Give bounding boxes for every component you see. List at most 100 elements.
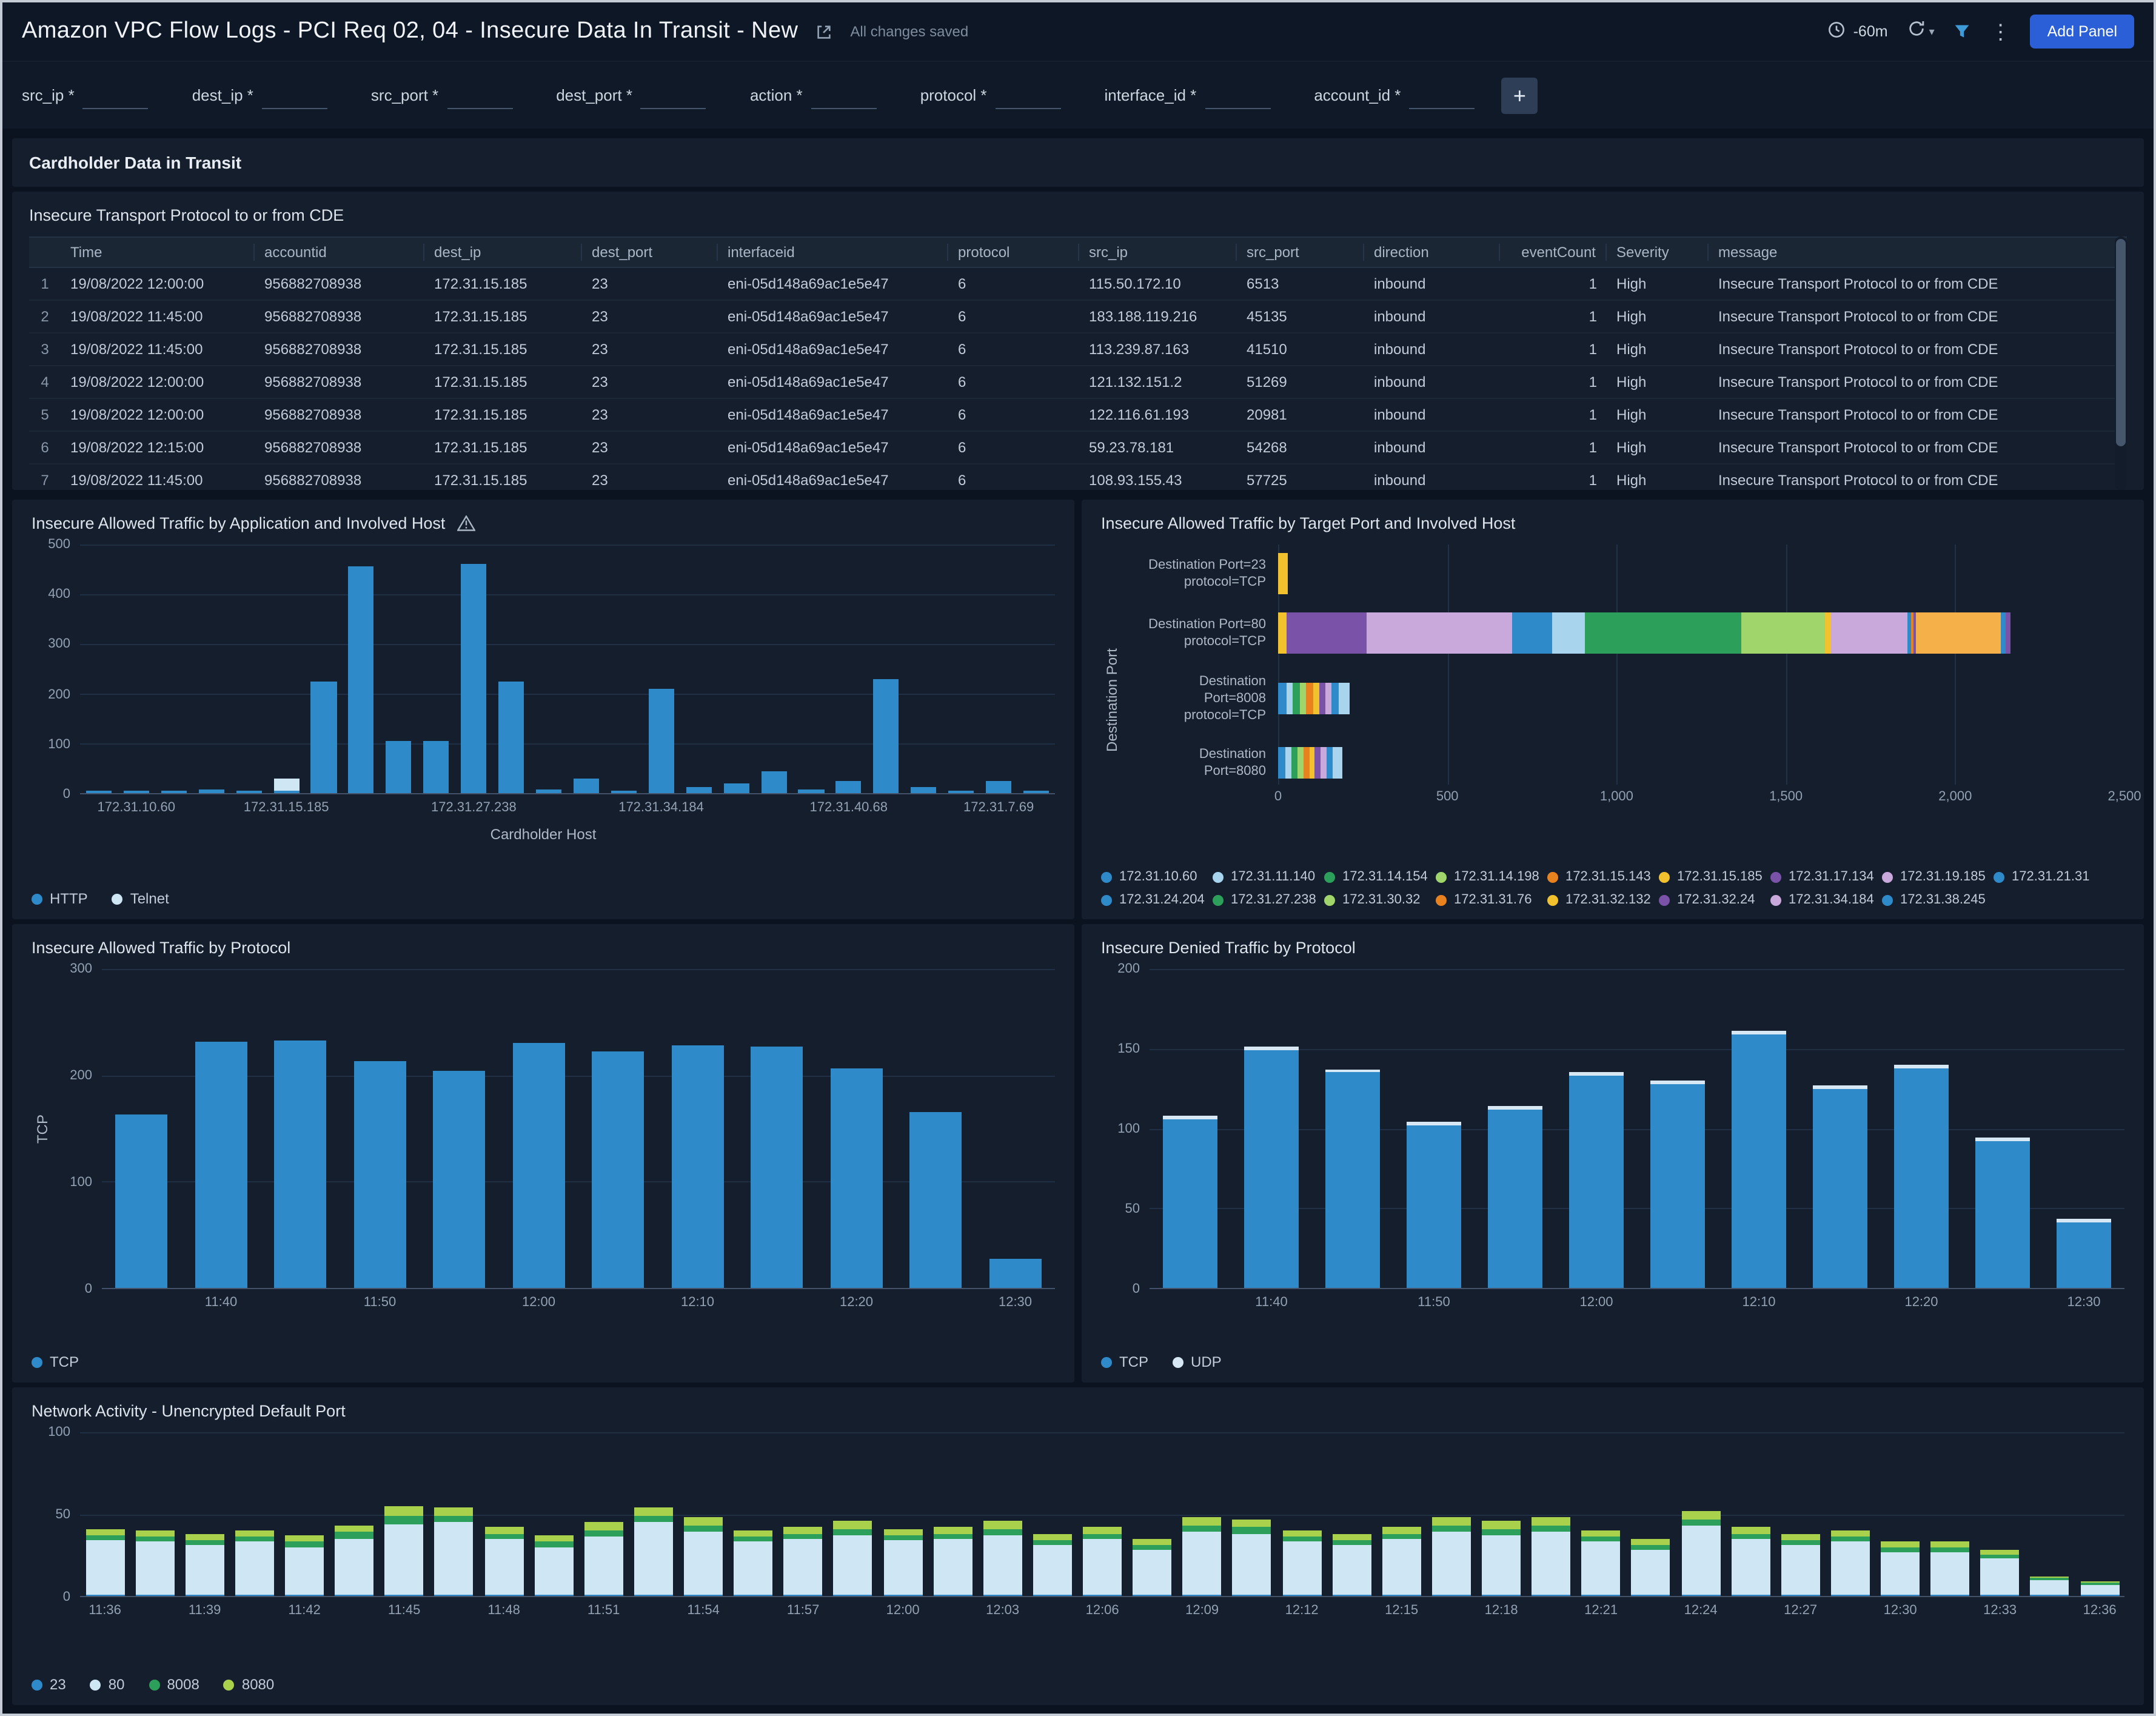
bar[interactable] — [155, 545, 193, 793]
bar[interactable] — [1150, 969, 1231, 1288]
bar[interactable]: 11:54 — [678, 1432, 728, 1596]
filter-input-dest_port[interactable] — [641, 82, 706, 109]
bar[interactable]: 12:21 — [1576, 1432, 1626, 1596]
bar[interactable] — [1227, 1432, 1277, 1596]
bar[interactable] — [942, 545, 980, 793]
bar[interactable] — [1427, 1432, 1476, 1596]
legend-item[interactable]: 8080 — [224, 1676, 274, 1693]
column-header-dest_port[interactable]: dest_port — [582, 244, 718, 261]
refresh-button[interactable]: ▾ — [1907, 19, 1935, 44]
legend-item[interactable]: 172.31.15.185 — [1659, 870, 1770, 884]
bar[interactable]: 12:30 — [1875, 1432, 1925, 1596]
table-scrollbar[interactable] — [2115, 236, 2127, 490]
bar[interactable]: 12:00 — [878, 1432, 928, 1596]
bar[interactable] — [1626, 1432, 1676, 1596]
bar[interactable]: 11:50 — [340, 969, 420, 1288]
column-header-direction[interactable]: direction — [1364, 244, 1500, 261]
bar[interactable] — [629, 1432, 678, 1596]
bar[interactable]: 11:40 — [1231, 969, 1312, 1288]
bar[interactable]: 12:10 — [1718, 969, 1799, 1288]
bar[interactable]: 172.31.7.69 — [980, 545, 1017, 793]
legend-item[interactable]: HTTP — [32, 890, 88, 907]
column-header-accountid[interactable]: accountid — [255, 244, 424, 261]
stacked-bar[interactable] — [1278, 553, 2124, 594]
bar[interactable]: 11:45 — [380, 1432, 429, 1596]
bar[interactable]: 11:50 — [1393, 969, 1475, 1288]
table-row[interactable]: 419/08/2022 12:00:00956882708938172.31.1… — [29, 366, 2127, 399]
legend-item[interactable]: Telnet — [112, 890, 169, 907]
column-header-eventCount[interactable]: eventCount — [1500, 244, 1607, 261]
bar[interactable]: 12:33 — [1975, 1432, 2025, 1596]
bar[interactable]: 12:12 — [1277, 1432, 1327, 1596]
bar[interactable] — [828, 1432, 878, 1596]
bar[interactable]: 11:36 — [80, 1432, 130, 1596]
bar[interactable] — [896, 969, 976, 1288]
bar[interactable] — [193, 545, 230, 793]
bar[interactable] — [1127, 1432, 1177, 1596]
bar[interactable] — [755, 545, 792, 793]
bar[interactable]: 12:20 — [1881, 969, 1962, 1288]
bar[interactable] — [728, 1432, 778, 1596]
stacked-bar[interactable] — [1278, 683, 2124, 714]
column-header-Severity[interactable]: Severity — [1607, 244, 1709, 261]
legend-item[interactable]: 172.31.32.24 — [1659, 893, 1770, 907]
bar[interactable] — [80, 545, 118, 793]
bar[interactable]: 11:57 — [778, 1432, 828, 1596]
column-header-message[interactable]: message — [1709, 244, 2127, 261]
bar[interactable]: 12:06 — [1077, 1432, 1127, 1596]
legend-item[interactable]: 172.31.27.238 — [1213, 893, 1324, 907]
bar[interactable]: 12:30 — [2043, 969, 2124, 1288]
bar[interactable] — [230, 1432, 280, 1596]
bar[interactable] — [792, 545, 830, 793]
bar[interactable]: 12:27 — [1776, 1432, 1826, 1596]
table-row[interactable]: 219/08/2022 11:45:00956882708938172.31.1… — [29, 301, 2127, 333]
legend-item[interactable]: 172.31.30.32 — [1324, 893, 1436, 907]
bar[interactable]: 11:42 — [280, 1432, 329, 1596]
filter-icon[interactable] — [1954, 23, 1971, 40]
bar[interactable]: 12:00 — [1556, 969, 1637, 1288]
bar[interactable] — [130, 1432, 179, 1596]
bar[interactable] — [261, 969, 340, 1288]
bar[interactable]: 12:09 — [1177, 1432, 1227, 1596]
bar[interactable]: 12:24 — [1676, 1432, 1726, 1596]
legend-item[interactable]: 8008 — [149, 1676, 199, 1693]
bar[interactable]: 172.31.10.60 — [118, 545, 155, 793]
bar[interactable] — [1017, 545, 1055, 793]
bar[interactable]: 172.31.15.185 — [267, 545, 305, 793]
bar[interactable]: 11:48 — [479, 1432, 529, 1596]
bar[interactable] — [530, 545, 567, 793]
bar[interactable]: 172.31.27.238 — [455, 545, 492, 793]
bar[interactable] — [1327, 1432, 1376, 1596]
legend-item[interactable]: 80 — [90, 1676, 125, 1693]
filter-input-action[interactable] — [811, 82, 877, 109]
bar[interactable]: 12:20 — [817, 969, 896, 1288]
bar[interactable] — [578, 969, 658, 1288]
bar[interactable] — [1475, 969, 1556, 1288]
time-range-selector[interactable]: -60m — [1828, 21, 1888, 42]
bar[interactable] — [868, 545, 905, 793]
column-header-dest_ip[interactable]: dest_ip — [424, 244, 582, 261]
table-row[interactable]: 719/08/2022 11:45:00956882708938172.31.1… — [29, 464, 2127, 490]
bar[interactable]: 11:40 — [181, 969, 261, 1288]
bar[interactable] — [418, 545, 455, 793]
bar[interactable] — [380, 545, 418, 793]
bar[interactable] — [305, 545, 343, 793]
bar[interactable] — [230, 545, 267, 793]
bar[interactable]: 12:30 — [976, 969, 1055, 1288]
bar[interactable]: 12:03 — [978, 1432, 1028, 1596]
bar[interactable] — [102, 969, 181, 1288]
legend-item[interactable]: 172.31.34.184 — [1770, 893, 1882, 907]
column-header-protocol[interactable]: protocol — [948, 244, 1079, 261]
legend-item[interactable]: 172.31.15.143 — [1547, 870, 1659, 884]
legend-item[interactable]: 172.31.14.154 — [1324, 870, 1436, 884]
bar[interactable] — [1826, 1432, 1875, 1596]
bar[interactable] — [429, 1432, 479, 1596]
column-header-src_port[interactable]: src_port — [1237, 244, 1364, 261]
add-filter-button[interactable]: + — [1501, 77, 1538, 113]
bar[interactable] — [1962, 969, 2043, 1288]
bar[interactable] — [717, 545, 755, 793]
legend-item[interactable]: 172.31.17.134 — [1770, 870, 1882, 884]
legend-item[interactable]: 172.31.32.132 — [1547, 893, 1659, 907]
table-row[interactable]: 119/08/2022 12:00:00956882708938172.31.1… — [29, 268, 2127, 301]
filter-input-src_ip[interactable] — [83, 82, 149, 109]
